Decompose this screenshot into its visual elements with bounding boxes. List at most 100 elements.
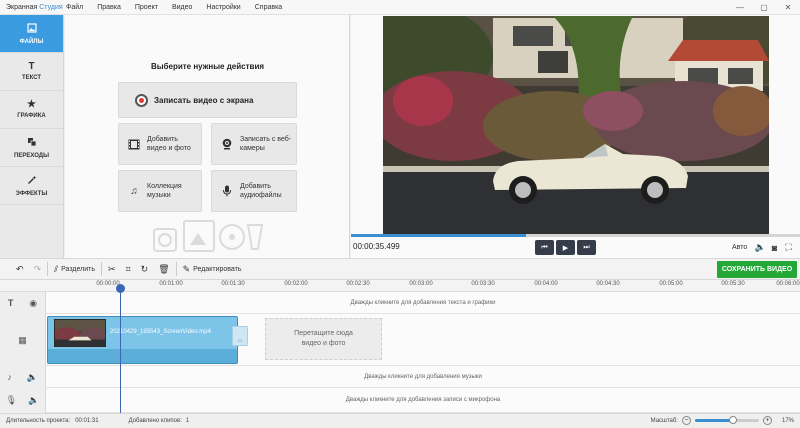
- music-track[interactable]: Дважды кликните для добавления музыки: [46, 366, 800, 388]
- play-icon[interactable]: ▶: [556, 240, 575, 255]
- current-timecode: 00:00:35.499: [353, 242, 400, 251]
- actions-panel: Выберите нужные действия Записать видео …: [65, 15, 350, 258]
- duration-label: Длительность проекта:: [6, 418, 71, 424]
- menu-file[interactable]: Файл: [66, 4, 83, 11]
- clips-value: 1: [185, 418, 190, 424]
- scissors-icon[interactable]: ✂: [108, 261, 116, 277]
- ruler-tick: 00:04:00: [534, 281, 558, 287]
- save-video-button[interactable]: СОХРАНИТЬ ВИДЕО: [717, 261, 797, 278]
- zoom-value: 17%: [781, 417, 794, 424]
- next-icon[interactable]: ⏭: [577, 240, 596, 255]
- snapshot-icon[interactable]: ◙: [769, 241, 780, 254]
- speaker-icon[interactable]: 🔈: [28, 395, 39, 406]
- decorative-illustration: [153, 220, 264, 252]
- sidebar-item-label: ПЕРЕХОДЫ: [14, 152, 49, 159]
- window-controls: — ▢ ✕: [728, 0, 800, 15]
- ruler-tick: 00:04:30: [596, 281, 620, 287]
- zoom-in-icon[interactable]: +: [762, 416, 772, 425]
- quality-selector[interactable]: Авто: [732, 244, 747, 251]
- undo-icon[interactable]: ↶: [16, 261, 24, 277]
- sidebar-item-text[interactable]: T ТЕКСТ: [0, 53, 63, 91]
- text-icon: T: [28, 61, 35, 72]
- redo-icon[interactable]: ↷: [34, 261, 42, 277]
- add-audio-button[interactable]: Добавить аудиофайлы: [211, 170, 297, 212]
- actions-title: Выберите нужные действия: [150, 62, 265, 71]
- record-icon: [135, 93, 148, 107]
- sidebar-item-graphics[interactable]: ★ ГРАФИКА: [0, 91, 63, 129]
- mic-track-header: 🎙 🔈: [0, 388, 46, 413]
- menu-video[interactable]: Видео: [172, 4, 192, 11]
- text-track-header: T ◉: [0, 292, 46, 314]
- video-clip[interactable]: 20210429_195543_ScreenVideo.mp4: [47, 316, 238, 364]
- rotate-icon[interactable]: ↻: [141, 261, 149, 277]
- music-collection-label: Коллекция музыки: [147, 183, 182, 199]
- minimize-icon[interactable]: —: [728, 0, 752, 15]
- close-icon[interactable]: ✕: [776, 0, 800, 15]
- pencil-icon: ✎: [182, 263, 191, 274]
- microphone-icon: [220, 184, 234, 198]
- clip-end-handle[interactable]: ▭: [232, 326, 248, 346]
- ruler-tick: 00:01:30: [221, 281, 245, 287]
- maximize-icon[interactable]: ▢: [752, 0, 776, 15]
- zoom-control: Масштаб: − + 17%: [651, 416, 794, 425]
- speaker-icon[interactable]: 🔈: [26, 372, 37, 383]
- ruler-tick: 00:05:30: [721, 281, 745, 287]
- delete-icon[interactable]: 🗑: [158, 261, 169, 277]
- clips-label: Добавлено клипов:: [128, 418, 182, 424]
- sidebar-item-label: ТЕКСТ: [21, 75, 42, 81]
- playhead-handle[interactable]: [116, 284, 125, 293]
- edit-label: Редактировать: [193, 265, 242, 273]
- add-video-photo-button[interactable]: Добавить видео и фото: [118, 123, 202, 165]
- sidebar-item-label: ГРАФИКА: [17, 113, 46, 119]
- star-icon: ★: [27, 99, 36, 110]
- sidebar-item-effects[interactable]: ЭФФЕКТЫ: [0, 167, 63, 205]
- video-preview[interactable]: [383, 16, 769, 235]
- menu-help[interactable]: Справка: [255, 4, 282, 11]
- ruler-tick: 00:05:00: [659, 281, 683, 287]
- zoom-slider-thumb[interactable]: [729, 416, 738, 424]
- volume-icon[interactable]: 🔈: [755, 241, 766, 254]
- record-webcam-label: Записать с веб-камеры: [240, 136, 292, 152]
- previous-icon[interactable]: ⏮: [535, 240, 554, 255]
- status-bar: Длительность проекта: 00:01:31 Добавлено…: [0, 413, 800, 428]
- zoom-out-icon[interactable]: −: [681, 416, 691, 425]
- playback-controls: ⏮ ▶ ⏭: [535, 240, 596, 255]
- record-screen-button[interactable]: Записать видео с экрана: [118, 82, 297, 118]
- eye-icon[interactable]: ◉: [29, 298, 37, 309]
- sidebar-item-label: ЭФФЕКТЫ: [15, 190, 48, 197]
- fullscreen-icon[interactable]: ⛶: [783, 241, 794, 254]
- menu-edit[interactable]: Правка: [97, 4, 121, 11]
- sidebar-item-label: ФАЙЛЫ: [19, 38, 44, 45]
- add-audio-label: Добавить аудиофайлы: [240, 183, 282, 199]
- record-webcam-button[interactable]: Записать с веб-камеры: [211, 123, 297, 165]
- zoom-slider[interactable]: [694, 416, 759, 424]
- split-label: Разделить: [61, 265, 96, 273]
- webcam-icon: [220, 137, 234, 151]
- preview-tools: 🔈 ◙ ⛶: [755, 241, 794, 254]
- menu-settings[interactable]: Настройки: [206, 4, 240, 11]
- split-button[interactable]: ⫽ Разделить: [54, 261, 95, 277]
- clip-audio-waveform: [48, 349, 237, 363]
- sidebar-item-transitions[interactable]: ПЕРЕХОДЫ: [0, 129, 63, 167]
- sidebar-item-files[interactable]: ФАЙЛЫ: [0, 15, 63, 53]
- preview-panel: 00:00:35.499 ⏮ ▶ ⏭ Авто 🔈 ◙ ⛶: [351, 15, 800, 258]
- clip-thumbnail: [54, 319, 106, 347]
- split-icon: ⫽: [54, 263, 59, 274]
- playback-progress[interactable]: [351, 234, 800, 237]
- toolbar-divider: [175, 262, 177, 276]
- menu-project[interactable]: Проект: [135, 4, 158, 11]
- ruler-tick: 00:02:30: [346, 281, 370, 287]
- editing-toolbar: ↶ ↷ ⫽ Разделить ✂ ⌗ ↻ 🗑 ✎ Редактировать …: [0, 258, 800, 280]
- crop-icon[interactable]: ⌗: [126, 261, 131, 277]
- music-collection-button[interactable]: ♫ Коллекция музыки: [118, 170, 202, 212]
- edit-button[interactable]: ✎ Редактировать: [183, 261, 242, 277]
- media-drop-zone[interactable]: Перетащите сюда видео и фото: [265, 318, 382, 360]
- ruler-tick: 00:02:00: [284, 281, 308, 287]
- music-track-hint: Дважды кликните для добавления музыки: [364, 373, 482, 380]
- toolbar-divider: [101, 262, 103, 276]
- zoom-slider-fill: [694, 419, 734, 422]
- film-icon: [127, 137, 141, 151]
- mic-track[interactable]: Дважды кликните для добавления записи с …: [46, 388, 800, 413]
- add-video-photo-label: Добавить видео и фото: [147, 136, 191, 152]
- text-track[interactable]: Дважды кликните для добавления текста и …: [46, 292, 800, 314]
